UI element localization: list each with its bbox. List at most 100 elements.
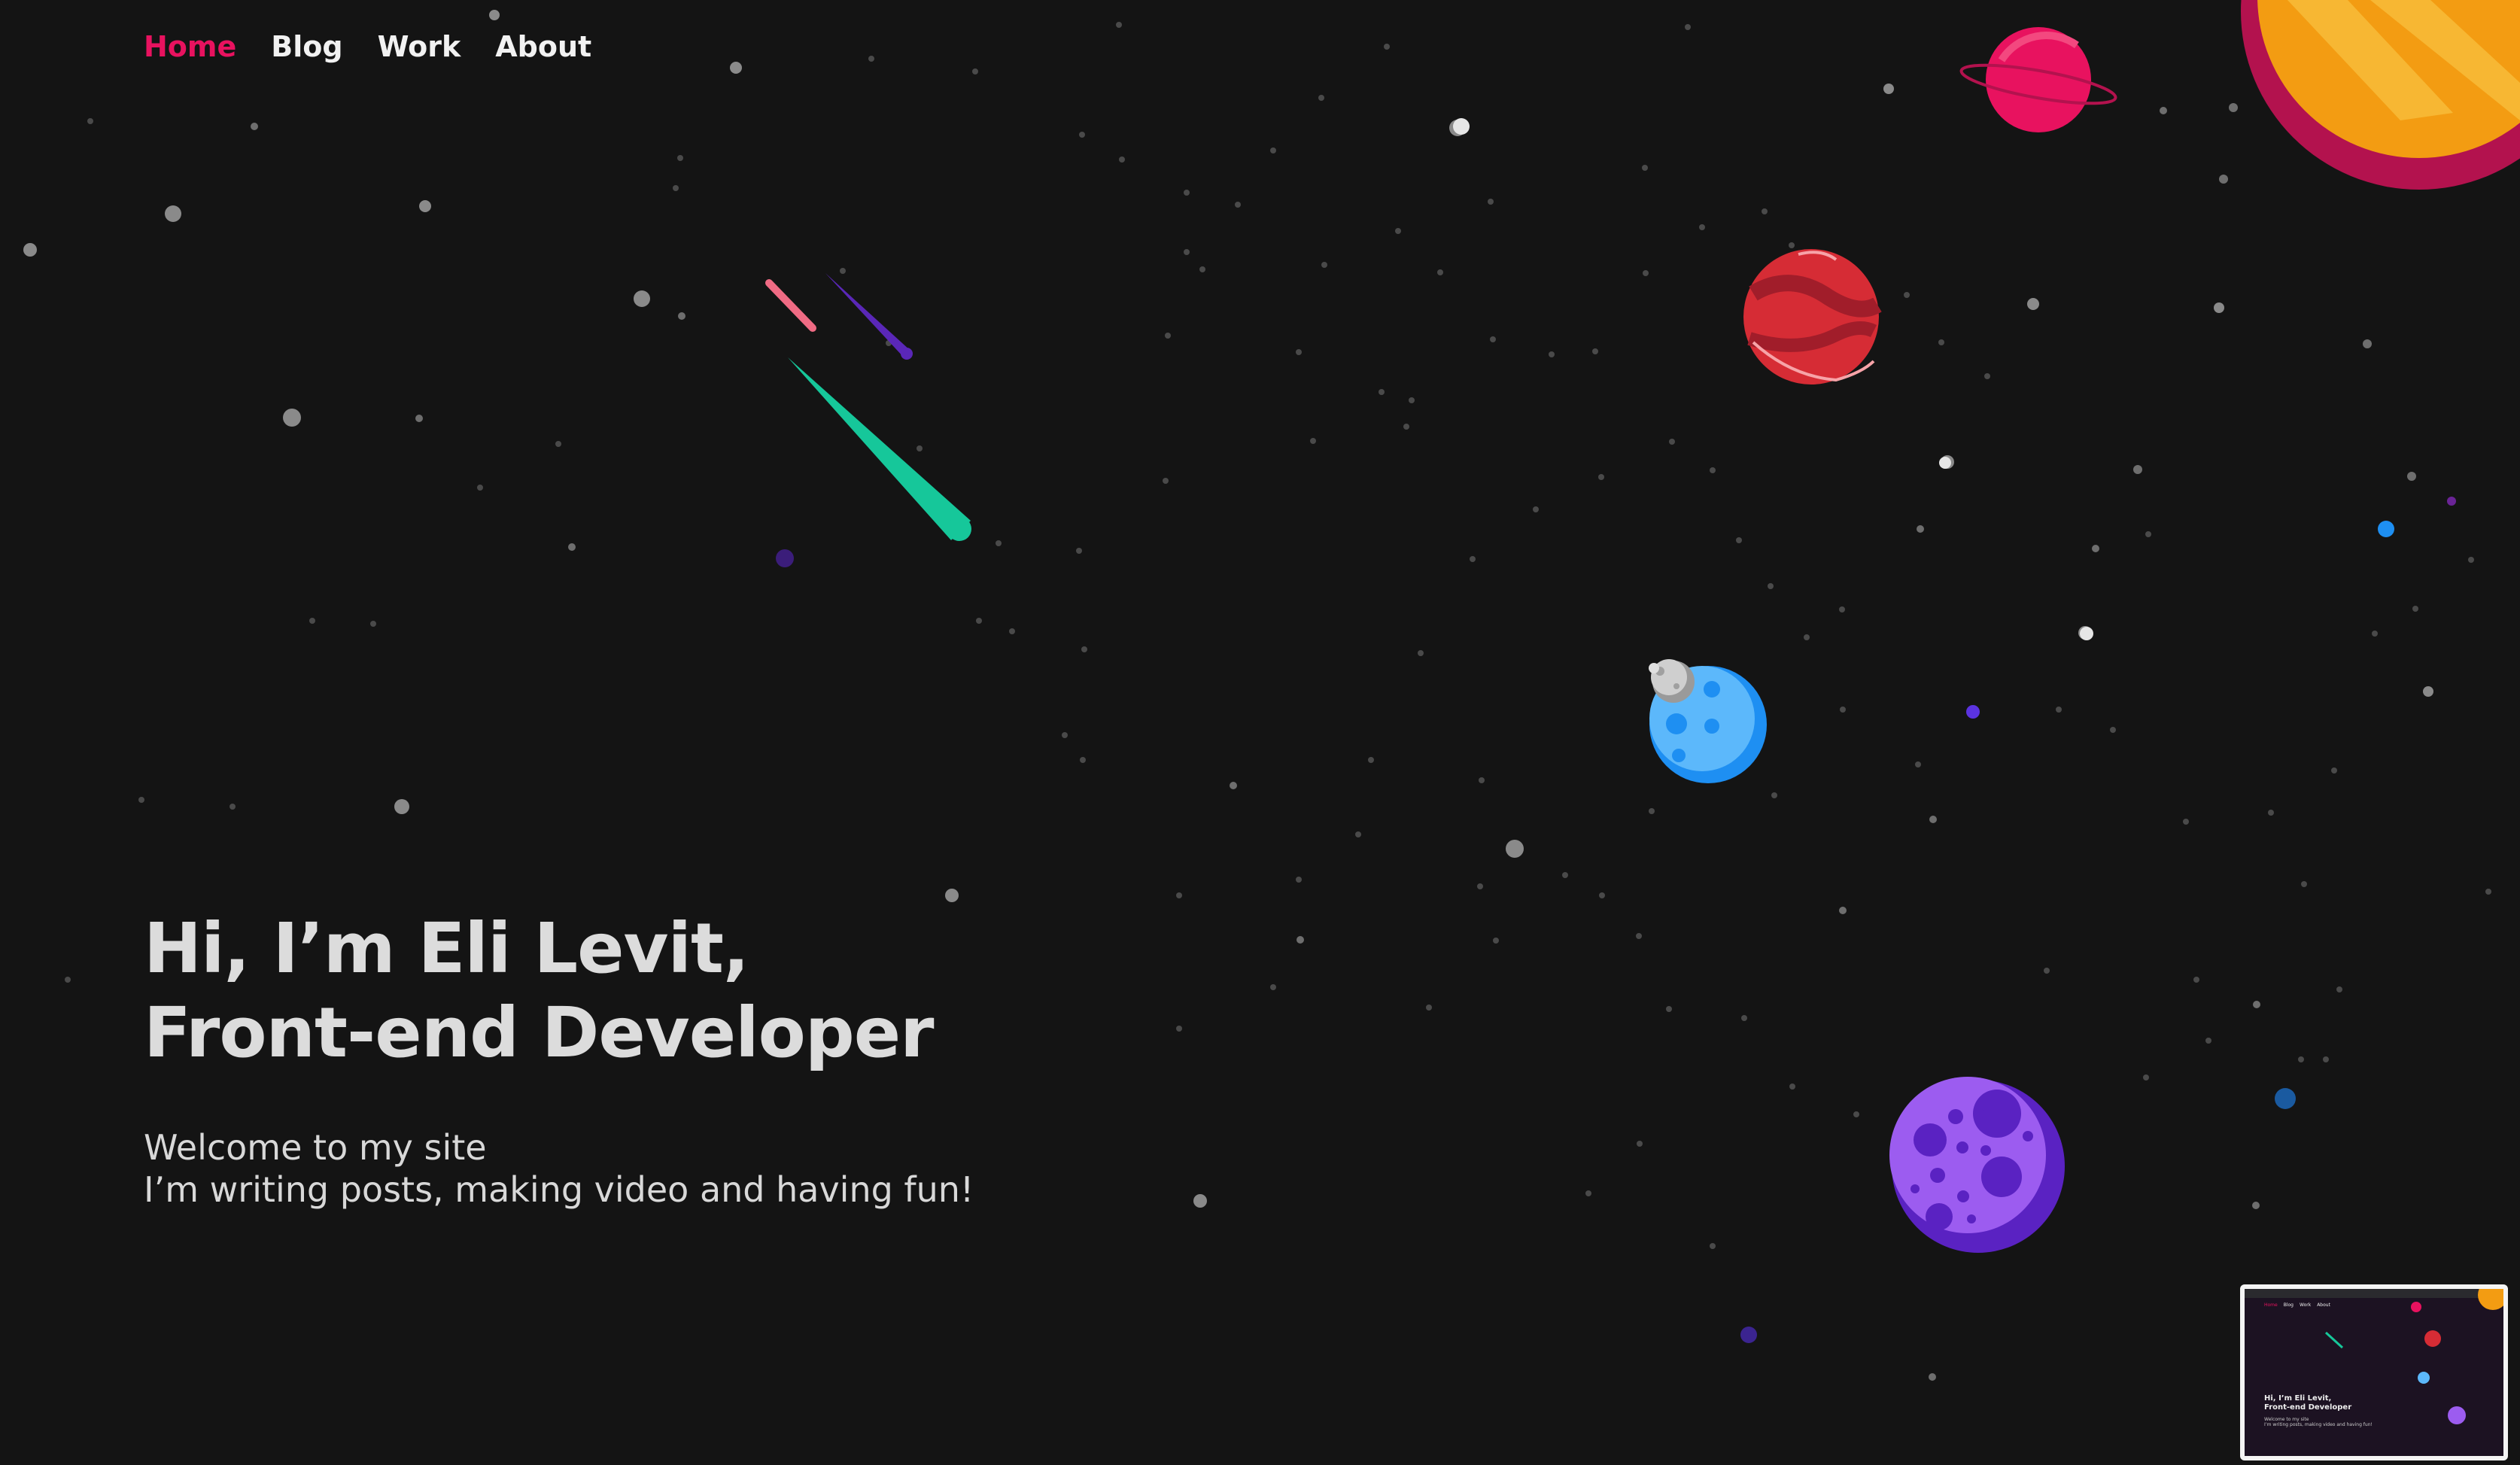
star	[1929, 816, 1937, 823]
star	[1184, 190, 1190, 196]
star	[1768, 583, 1774, 589]
star	[1418, 650, 1424, 656]
star	[1904, 292, 1910, 298]
comet-pink-icon	[765, 279, 816, 332]
star	[165, 205, 181, 222]
star	[230, 804, 236, 810]
star	[1235, 202, 1241, 208]
hero-subtitle-line1: Welcome to my site	[144, 1127, 487, 1168]
bright-star	[1939, 457, 1951, 469]
star	[1883, 84, 1894, 94]
star	[394, 799, 409, 814]
star	[1270, 147, 1276, 153]
star	[1116, 22, 1122, 28]
comet-purple-icon	[825, 273, 913, 360]
star	[1915, 761, 1921, 767]
star	[1193, 1194, 1207, 1208]
nav-link-blog[interactable]: Blog	[271, 30, 342, 63]
star	[1230, 782, 1237, 789]
star	[415, 415, 423, 422]
star	[568, 543, 576, 551]
purple-planet-icon	[1889, 1077, 2065, 1253]
star	[309, 618, 315, 624]
hero-title-line1: Hi, I’m Eli Levit,	[144, 908, 749, 989]
thumbnail-subtitle: Welcome to my site I’m writing posts, ma…	[2264, 1417, 2373, 1427]
star	[370, 621, 376, 627]
star	[840, 268, 846, 274]
thumbnail-subtitle-line1: Welcome to my site	[2264, 1417, 2309, 1422]
star	[2219, 175, 2228, 184]
star	[1490, 336, 1496, 342]
star	[1479, 777, 1485, 783]
star	[1384, 44, 1390, 50]
star	[1533, 506, 1539, 512]
star	[1599, 892, 1605, 898]
star	[2336, 986, 2342, 992]
nav-link-about[interactable]: About	[495, 30, 591, 63]
star	[673, 185, 679, 191]
star	[1409, 397, 1415, 403]
star	[1636, 933, 1642, 939]
star	[2423, 686, 2433, 697]
star	[2323, 1056, 2329, 1062]
star	[972, 68, 978, 74]
star	[634, 290, 650, 307]
star	[1296, 349, 1302, 355]
star	[1437, 269, 1443, 275]
star	[555, 441, 561, 447]
star	[2110, 727, 2116, 733]
main-nav: Home Blog Work About	[144, 30, 591, 63]
nav-link-home[interactable]: Home	[144, 30, 236, 63]
star	[1184, 249, 1190, 255]
nav-link-work[interactable]: Work	[378, 30, 461, 63]
star	[477, 485, 483, 491]
star	[23, 243, 37, 257]
star	[1368, 757, 1374, 763]
star	[1426, 1005, 1432, 1011]
hero-title: Hi, I’m Eli Levit, Front-end Developer	[144, 907, 974, 1075]
star	[1789, 242, 1795, 248]
star	[489, 10, 500, 20]
star	[1839, 606, 1845, 612]
star	[1477, 883, 1483, 889]
thumbnail-planets	[2324, 1289, 2503, 1424]
star	[1470, 556, 1476, 562]
star	[1176, 892, 1182, 898]
star	[2268, 810, 2274, 816]
star	[2145, 531, 2151, 537]
star	[2214, 302, 2224, 313]
star	[1984, 373, 1990, 379]
star	[2229, 103, 2238, 112]
star	[1321, 262, 1327, 268]
star	[1853, 1111, 1859, 1117]
sun-planet-icon	[2241, 0, 2520, 190]
star	[1403, 424, 1409, 430]
star	[283, 409, 301, 427]
star	[678, 312, 685, 320]
star	[2027, 298, 2039, 310]
star	[1598, 474, 1604, 480]
star	[1296, 877, 1302, 883]
star	[976, 618, 982, 624]
star	[996, 540, 1002, 546]
page-preview-thumbnail[interactable]: Home Blog Work About Hi, I’m Eli Levit, …	[2240, 1284, 2508, 1460]
star	[1176, 1026, 1182, 1032]
star	[1081, 646, 1087, 652]
star	[87, 118, 93, 124]
star	[1666, 1006, 1672, 1012]
star	[2298, 1056, 2304, 1062]
star	[1079, 132, 1085, 138]
thumbnail-title: Hi, I’m Eli Levit, Front-end Developer	[2264, 1394, 2351, 1412]
star	[730, 62, 742, 74]
star	[1804, 634, 1810, 640]
star	[2133, 465, 2142, 474]
star	[1649, 808, 1655, 814]
star	[1506, 840, 1524, 858]
star	[2485, 889, 2491, 895]
star	[419, 200, 431, 212]
star	[1163, 478, 1169, 484]
star	[2056, 707, 2062, 713]
thumbnail-subtitle-line2: I’m writing posts, making video and havi…	[2264, 1422, 2373, 1427]
hero-subtitle: Welcome to my site I’m writing posts, ma…	[144, 1126, 974, 1211]
hero-subtitle-line2: I’m writing posts, making video and havi…	[144, 1169, 974, 1210]
